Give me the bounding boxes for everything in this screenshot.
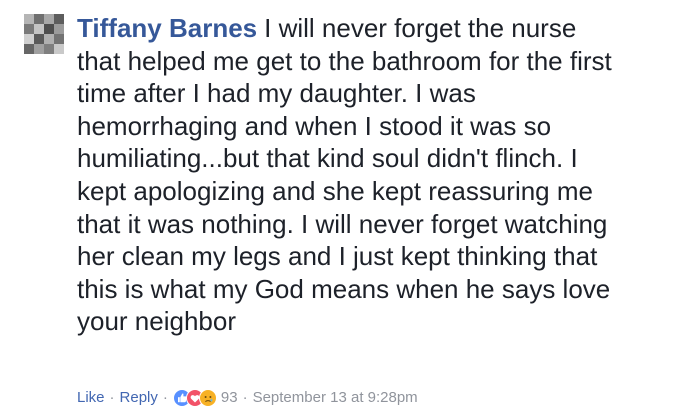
like-link[interactable]: Like bbox=[77, 387, 105, 409]
reply-link[interactable]: Reply bbox=[120, 387, 158, 409]
comment: Tiffany Barnes I will never forget the nu… bbox=[0, 0, 700, 419]
timestamp[interactable]: September 13 at 9:28pm bbox=[253, 387, 418, 409]
reaction-count[interactable]: 93 bbox=[221, 387, 238, 409]
comment-text-line: this is what my God means when he says l… bbox=[77, 273, 611, 304]
separator: · bbox=[109, 389, 115, 406]
reactions-summary[interactable] bbox=[172, 389, 217, 407]
avatar[interactable] bbox=[24, 14, 64, 54]
comment-text-line: kept apologizing and she kept reassuring… bbox=[77, 175, 593, 206]
comment-text-line: hemorrhaging and when I stood it was so bbox=[77, 110, 552, 141]
comment-actions: Like · Reply · 93 · September 13 at 9:28… bbox=[77, 387, 418, 409]
comment-text-line: your neighbor bbox=[77, 306, 236, 337]
separator: · bbox=[242, 389, 248, 406]
comment-text-line: that it was nothing. I will never forget… bbox=[77, 208, 608, 239]
comment-text-line: time after I had my daughter. I was bbox=[77, 78, 476, 109]
sad-icon bbox=[198, 389, 217, 407]
author-name[interactable]: Tiffany Barnes bbox=[77, 13, 257, 43]
comment-text-line: humiliating...but that kind soul didn't … bbox=[77, 143, 578, 174]
separator: · bbox=[162, 389, 168, 406]
avatar-image bbox=[24, 14, 64, 54]
comment-text-line: that helped me get to the bathroom for t… bbox=[77, 45, 612, 76]
comment-text-line: I will never forget the nurse bbox=[264, 13, 577, 43]
comment-text-line: her clean my legs and I just kept thinki… bbox=[77, 241, 598, 272]
comment-body: Tiffany Barnes I will never forget the nu… bbox=[77, 12, 677, 338]
